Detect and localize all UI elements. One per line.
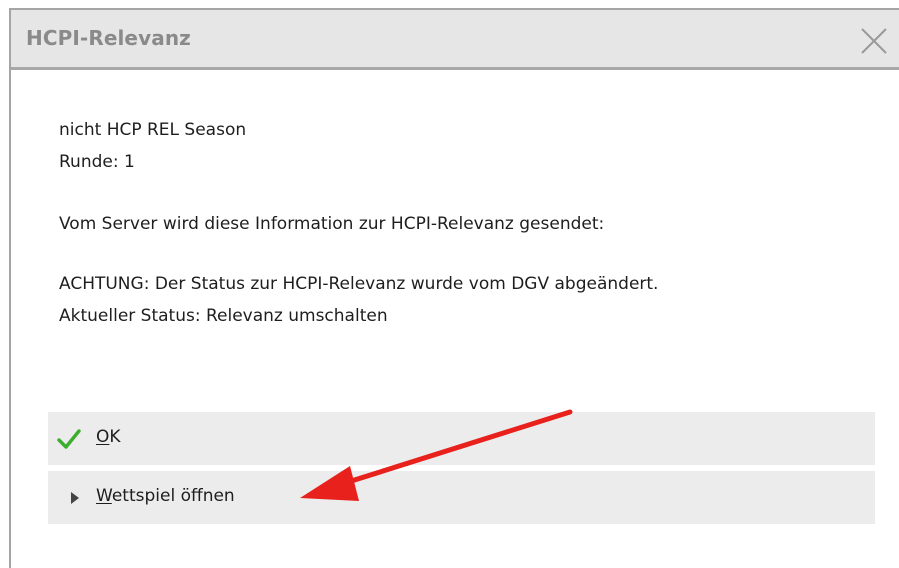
warning-text: ACHTUNG: Der Status zur HCPI-Relevanz wu… [59,274,659,294]
page: HCPI-Relevanz nicht HCP REL Season Runde… [0,0,899,568]
current-status-text: Aktueller Status: Relevanz umschalten [59,306,388,326]
relevance-dialog: HCPI-Relevanz nicht HCP REL Season Runde… [9,8,899,568]
ok-label-rest: K [109,427,121,447]
season-text: nicht HCP REL Season [59,120,247,140]
ok-button[interactable]: OK [48,412,875,465]
dialog-message: nicht HCP REL Season Runde: 1 Vom Server… [59,114,658,332]
ok-button-label: OK [96,427,121,447]
close-button[interactable] [859,26,889,56]
close-icon [861,28,887,54]
round-text: Runde: 1 [59,152,135,172]
open-game-label-rest: ettspiel öffnen [111,486,235,506]
checkmark-icon [57,429,81,449]
open-game-button[interactable]: Wettspiel öffnen [48,471,875,524]
server-info-text: Vom Server wird diese Information zur HC… [59,214,605,234]
triangle-right-icon [71,492,79,504]
dialog-titlebar: HCPI-Relevanz [11,10,899,70]
dialog-title: HCPI-Relevanz [26,26,191,50]
open-game-mnemonic: W [96,486,112,506]
ok-mnemonic: O [96,427,110,447]
open-game-label: Wettspiel öffnen [96,486,235,506]
